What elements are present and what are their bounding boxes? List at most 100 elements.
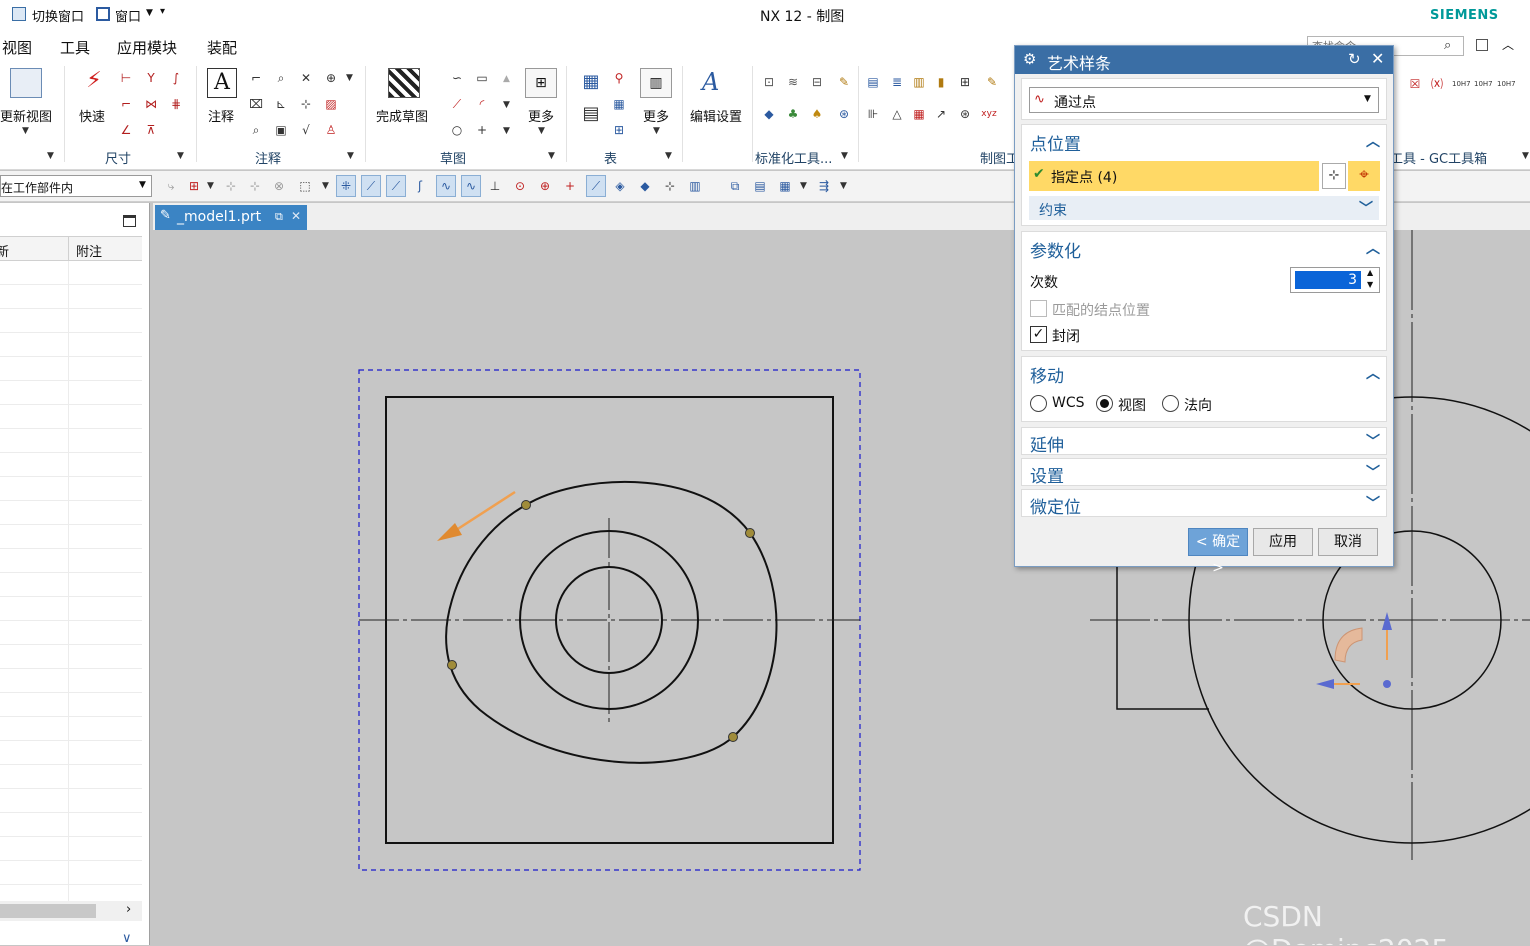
table-edit-icon[interactable]: ⊞ bbox=[610, 122, 628, 138]
snap-center-icon[interactable]: ⊙ bbox=[511, 178, 529, 194]
spin-down-icon[interactable]: ▼ bbox=[1367, 280, 1373, 289]
quick-dimension-button[interactable]: 快速 bbox=[79, 106, 105, 125]
more-table-button[interactable]: 更多 bbox=[643, 106, 669, 125]
table-row[interactable] bbox=[0, 357, 142, 381]
window-restore-icon[interactable] bbox=[1476, 39, 1488, 51]
linear-dim-icon[interactable]: ⊢ bbox=[117, 70, 135, 86]
chamfer-dim-icon[interactable]: ⌐ bbox=[117, 96, 135, 112]
table-row[interactable] bbox=[0, 453, 142, 477]
weld-symbol-icon[interactable]: ⌐ bbox=[247, 70, 265, 86]
gc-tool-2-icon[interactable]: ⒳ bbox=[1428, 76, 1446, 92]
switch-window-label[interactable]: 切换窗口 bbox=[32, 6, 84, 25]
select-feature-icon[interactable]: ⊗ bbox=[270, 178, 288, 194]
snap-quadrant-icon[interactable]: ⊕ bbox=[536, 178, 554, 194]
draft-tool-7-icon[interactable]: ⊪ bbox=[864, 106, 882, 122]
selection-filter-icon[interactable]: ⤷ bbox=[162, 178, 180, 194]
table-row[interactable] bbox=[0, 501, 142, 525]
column-header-note[interactable]: 附注 bbox=[76, 241, 102, 260]
snap-tangent-icon[interactable]: ∿ bbox=[461, 175, 481, 197]
settings-section[interactable]: 设置 ﹀ bbox=[1021, 458, 1387, 487]
thickness-dim-icon[interactable]: ⋈ bbox=[142, 96, 160, 112]
radio-wcs[interactable] bbox=[1030, 395, 1047, 412]
table-row[interactable] bbox=[0, 741, 142, 765]
finish-sketch-button[interactable]: 完成草图 bbox=[376, 106, 428, 125]
constraint-row[interactable]: 约束 ﹀ bbox=[1029, 196, 1379, 220]
snap-point-on-icon[interactable]: ⁜ bbox=[336, 175, 356, 197]
table-row[interactable] bbox=[0, 837, 142, 861]
view-tool-4-caret-icon[interactable]: ▼ bbox=[840, 181, 847, 191]
degree-input[interactable]: 3 bbox=[1295, 271, 1361, 289]
target-point-icon[interactable]: ✕ bbox=[297, 70, 315, 86]
select-all-icon[interactable]: ⊹ bbox=[222, 178, 240, 194]
table-row[interactable] bbox=[0, 285, 142, 309]
type-select[interactable]: ∿ 通过点 ▼ bbox=[1029, 87, 1379, 113]
rect-select-caret-icon[interactable]: ▼ bbox=[322, 181, 329, 191]
table-row[interactable] bbox=[0, 573, 142, 597]
draft-tool-11-icon[interactable]: ⊛ bbox=[956, 106, 974, 122]
gc-tool-4-icon[interactable]: 10H7 bbox=[1474, 76, 1493, 92]
close-icon[interactable]: ✕ bbox=[1371, 49, 1384, 68]
group-caret-icon[interactable]: ▼ bbox=[1522, 151, 1529, 161]
table-row[interactable] bbox=[0, 333, 142, 357]
std-tool-1-icon[interactable]: ⊡ bbox=[760, 74, 778, 90]
table-row[interactable] bbox=[0, 861, 142, 885]
ordinate-dim-icon[interactable]: ∠ bbox=[117, 122, 135, 138]
more-table-icon[interactable]: ▥ bbox=[640, 68, 672, 98]
radial-dim-icon[interactable]: Y bbox=[142, 70, 160, 86]
quick-access-caret-icon[interactable]: ▾ bbox=[160, 6, 165, 17]
table-row[interactable] bbox=[0, 525, 142, 549]
reset-icon[interactable]: ↻ bbox=[1348, 50, 1361, 68]
snap-endpoint-icon[interactable]: ⟋ bbox=[361, 175, 381, 197]
group-caret-icon[interactable]: ▼ bbox=[347, 151, 354, 161]
table-row[interactable] bbox=[0, 717, 142, 741]
std-tool-2-icon[interactable]: ≋ bbox=[784, 74, 802, 90]
intersection-icon[interactable]: ⊹ bbox=[297, 96, 315, 112]
parameterization-title[interactable]: 参数化 bbox=[1030, 237, 1081, 262]
view-tool-3-caret-icon[interactable]: ▼ bbox=[800, 181, 807, 191]
group-caret-icon[interactable]: ▼ bbox=[841, 151, 848, 161]
group-caret-icon[interactable]: ▼ bbox=[47, 151, 54, 161]
snap-bounded-icon[interactable]: ◆ bbox=[636, 178, 654, 194]
collapse-ribbon-icon[interactable]: ︿ bbox=[1502, 36, 1514, 53]
more-sketch-icon[interactable]: ⊞ bbox=[525, 68, 557, 98]
expand-gallery-icon[interactable]: ▼ bbox=[503, 126, 510, 136]
draft-tool-10-icon[interactable]: ↗ bbox=[932, 106, 950, 122]
table-row[interactable] bbox=[0, 477, 142, 501]
tabular-note-icon[interactable]: ▦ bbox=[580, 73, 602, 96]
draft-tool-5-icon[interactable]: ⊞ bbox=[956, 74, 974, 90]
table-row[interactable] bbox=[0, 381, 142, 405]
center-mark-icon[interactable]: ⊕ bbox=[322, 70, 340, 86]
table-row[interactable] bbox=[0, 813, 142, 837]
table-row[interactable] bbox=[0, 765, 142, 789]
std-tool-5-icon[interactable]: ◆ bbox=[760, 106, 778, 122]
group-caret-icon[interactable]: ▼ bbox=[177, 151, 184, 161]
table-row[interactable] bbox=[0, 621, 142, 645]
radio-view[interactable] bbox=[1096, 395, 1113, 412]
snap-curve-icon[interactable]: ʃ bbox=[411, 178, 429, 194]
table-row[interactable] bbox=[0, 645, 142, 669]
more-sketch-caret-icon[interactable]: ▼ bbox=[538, 126, 545, 136]
collapse-icon[interactable]: ︿ bbox=[1366, 363, 1380, 383]
dialog-title-bar[interactable]: ⚙ 艺术样条 ↻ ✕ bbox=[1015, 46, 1393, 74]
more-table-caret-icon[interactable]: ▼ bbox=[653, 126, 660, 136]
view-tool-2-icon[interactable]: ▤ bbox=[751, 178, 769, 194]
snap-grid-icon[interactable]: ⊹ bbox=[661, 178, 679, 194]
snap-spline-icon[interactable]: ∿ bbox=[436, 175, 456, 197]
table-row[interactable] bbox=[0, 405, 142, 429]
menu-applications[interactable]: 应用模块 bbox=[117, 37, 177, 58]
select-box-icon[interactable]: ⊞ bbox=[185, 178, 203, 194]
match-knots-checkbox[interactable] bbox=[1030, 300, 1047, 317]
edit-settings-icon[interactable]: A bbox=[702, 68, 734, 98]
snap-face-icon[interactable]: ◈ bbox=[611, 178, 629, 194]
std-tool-3-icon[interactable]: ⊟ bbox=[808, 74, 826, 90]
surface-finish-icon[interactable]: ⌕ bbox=[272, 70, 290, 86]
table-row[interactable] bbox=[0, 669, 142, 693]
maximize-panel-icon[interactable] bbox=[123, 215, 136, 227]
update-view-button[interactable]: 更新视图 bbox=[0, 106, 52, 125]
annotation-icon[interactable]: A bbox=[207, 68, 237, 98]
closed-checkbox[interactable]: ✓ bbox=[1030, 326, 1047, 343]
table-row[interactable] bbox=[0, 693, 142, 717]
scroll-right-icon[interactable]: › bbox=[126, 902, 131, 917]
annotation-button[interactable]: 注释 bbox=[208, 106, 234, 125]
draft-tool-4-icon[interactable]: ▮ bbox=[932, 74, 950, 90]
